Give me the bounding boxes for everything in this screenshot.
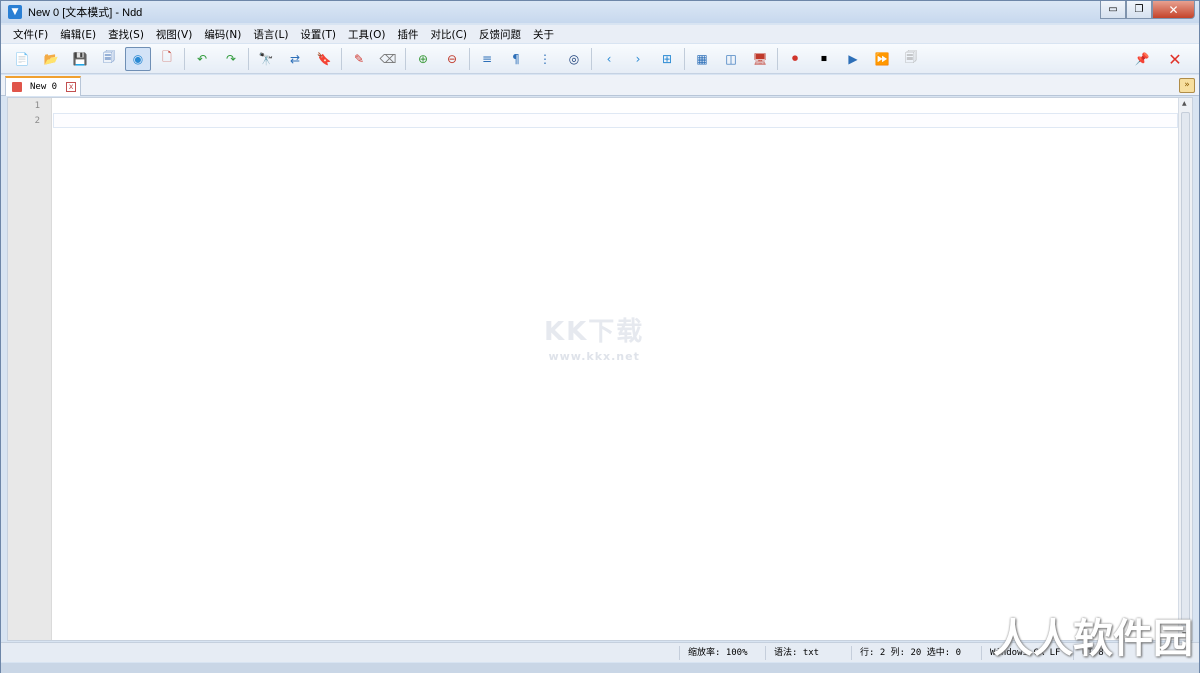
menu-view[interactable]: 视图(V) — [150, 27, 198, 42]
app-window: ▼ New 0 [文本模式] - Ndd ▭ ❐ ✕ 文件(F) 编辑(E) 查… — [0, 0, 1200, 673]
new-file-icon[interactable]: 📄 — [9, 47, 35, 71]
window-controls: ▭ ❐ ✕ — [1100, 1, 1195, 19]
redo-icon[interactable]: ↷ — [218, 47, 244, 71]
title-bar[interactable]: ▼ New 0 [文本模式] - Ndd ▭ ❐ ✕ — [1, 1, 1199, 23]
watermark-corner: 人人软件园 — [993, 616, 1193, 662]
line-number-gutter: 1 2 — [8, 98, 52, 640]
app-logo-icon: ▼ — [8, 5, 22, 19]
tab-new-0[interactable]: New 0 x — [5, 76, 81, 96]
watermark-center: KK下载 www.kkx.net — [544, 311, 644, 363]
marker-icon[interactable]: ✎ — [346, 47, 372, 71]
close-icon[interactable]: ✕ — [1162, 47, 1188, 71]
watermark-url: www.kkx.net — [548, 350, 640, 363]
scrollbar-thumb[interactable] — [1181, 112, 1190, 626]
scroll-up-icon[interactable]: ▲ — [1182, 100, 1187, 107]
toolbar-separator — [248, 47, 249, 70]
word-wrap-icon[interactable]: ≡ — [474, 47, 500, 71]
status-syntax: 语法: txt — [765, 646, 851, 660]
toolbar-separator — [405, 47, 406, 70]
toolbar-separator — [591, 47, 592, 70]
replace-icon[interactable]: ⇄ — [282, 47, 308, 71]
window-bottom-frame — [1, 663, 1199, 673]
next-icon[interactable]: › — [625, 47, 651, 71]
menu-feedback[interactable]: 反馈问题 — [473, 27, 527, 42]
play-macro-icon[interactable]: ▶ — [840, 47, 866, 71]
zoom-in-icon[interactable]: ⊕ — [410, 47, 436, 71]
prev-icon[interactable]: ‹ — [596, 47, 622, 71]
menu-search[interactable]: 查找(S) — [102, 27, 150, 42]
zoom-out-icon[interactable]: ⊖ — [439, 47, 465, 71]
menu-plugins[interactable]: 插件 — [392, 27, 425, 42]
close-window-button[interactable]: ✕ — [1152, 1, 1195, 19]
menu-tools[interactable]: 工具(O) — [342, 27, 391, 42]
monitor-icon[interactable]: 🖥 — [747, 47, 773, 71]
open-folder-icon[interactable]: 📂 — [38, 47, 64, 71]
menu-bar: 文件(F) 编辑(E) 查找(S) 视图(V) 编码(N) 语言(L) 设置(T… — [1, 25, 1199, 43]
restore-button[interactable]: ❐ — [1126, 1, 1152, 19]
record-macro-icon[interactable]: ⏺ — [782, 47, 808, 71]
menu-settings[interactable]: 设置(T) — [294, 27, 342, 42]
menu-about[interactable]: 关于 — [527, 27, 560, 42]
window-title: New 0 [文本模式] - Ndd — [28, 7, 143, 19]
toolbar-separator — [341, 47, 342, 70]
toolbar-separator — [469, 47, 470, 70]
line-number: 1 — [34, 101, 40, 111]
run-macro-multiple-icon[interactable]: ⏩ — [869, 47, 895, 71]
toolbar-separator — [684, 47, 685, 70]
menu-encoding[interactable]: 编码(N) — [198, 27, 247, 42]
save-macro-icon[interactable]: 🗐 — [898, 47, 924, 71]
target-icon[interactable]: ◎ — [561, 47, 587, 71]
compare-icon[interactable]: ⊞ — [654, 47, 680, 71]
text-area[interactable] — [53, 98, 1178, 640]
indent-guide-icon[interactable]: ⋮ — [532, 47, 558, 71]
current-line-highlight — [53, 113, 1178, 128]
tab-list-menu-icon[interactable]: » — [1179, 78, 1195, 93]
stop-macro-icon[interactable]: ⏹ — [811, 47, 837, 71]
toolbar-right: 📌 ✕ — [1125, 47, 1191, 71]
line-number: 2 — [34, 116, 40, 126]
close-file-icon[interactable]: 🗋 — [154, 47, 180, 71]
status-cursor-position: 行: 2 列: 20 选中: 0 — [851, 646, 981, 660]
tab-close-icon[interactable]: x — [66, 82, 77, 92]
toolbar: 📄 📂 💾 🗐 ◉ 🗋 ↶ ↷ 🔭 ⇄ 🔖 ✎ ⌫ ⊕ ⊖ ≡ ¶ ⋮ ◎ ‹ › ⊞ ▦ ◫ 🖥 ⏺ ⏹ ▶ ⏩ 🗐 📌 ✕ — [1, 44, 1199, 74]
menu-edit[interactable]: 编辑(E) — [54, 27, 102, 42]
vertical-scrollbar[interactable]: ▲ ▼ — [1178, 98, 1192, 640]
pin-icon[interactable]: 📌 — [1129, 47, 1155, 71]
split-view-icon[interactable]: ▦ — [689, 47, 715, 71]
find-icon[interactable]: 🔭 — [253, 47, 279, 71]
minimize-button[interactable]: ▭ — [1100, 1, 1126, 19]
menu-language[interactable]: 语言(L) — [247, 27, 294, 42]
editor-pane[interactable]: 1 2 ▲ ▼ — [7, 97, 1193, 641]
show-symbols-icon[interactable]: ¶ — [503, 47, 529, 71]
text-mode-icon[interactable]: ◉ — [125, 46, 151, 71]
save-icon[interactable]: 💾 — [67, 47, 93, 71]
undo-icon[interactable]: ↶ — [189, 47, 215, 71]
menu-file[interactable]: 文件(F) — [7, 27, 54, 42]
menu-compare[interactable]: 对比(C) — [425, 27, 474, 42]
toolbar-separator — [184, 47, 185, 70]
status-zoom: 缩放率: 100% — [679, 646, 765, 660]
tab-bar: New 0 x » — [1, 75, 1199, 96]
save-all-icon[interactable]: 🗐 — [96, 47, 122, 71]
toolbar-separator — [777, 47, 778, 70]
find-in-files-icon[interactable]: 🔖 — [311, 47, 337, 71]
eraser-icon[interactable]: ⌫ — [375, 47, 401, 71]
watermark-logo: KK下载 — [544, 317, 645, 347]
tab-label: New 0 — [30, 82, 58, 92]
file-modified-icon — [12, 82, 22, 92]
dual-pane-icon[interactable]: ◫ — [718, 47, 744, 71]
